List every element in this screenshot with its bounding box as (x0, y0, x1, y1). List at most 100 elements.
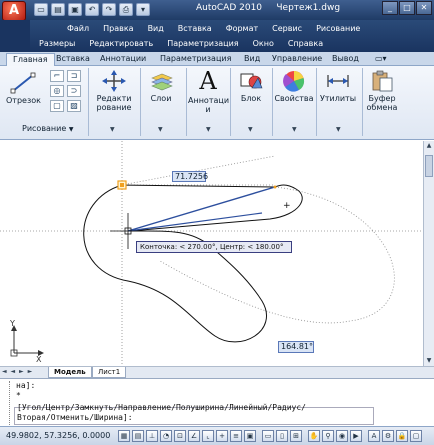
quick-view-icon[interactable]: ⊞ (290, 430, 302, 442)
new-icon[interactable]: ▭ (34, 3, 48, 16)
polar-tracking-icon[interactable]: ◔ (160, 430, 172, 442)
maximize-button[interactable]: □ (399, 1, 415, 15)
properties-dropdown-icon[interactable]: ▼ (292, 126, 297, 133)
clipboard-label-2: обмена (366, 103, 398, 112)
menu-tools[interactable]: Сервис (265, 23, 309, 37)
dynamic-ucs-icon[interactable]: ⌞ (202, 430, 214, 442)
menu-parametric[interactable]: Параметризация (160, 38, 245, 52)
dropdown-icon[interactable]: ▾ (136, 3, 150, 16)
menu-draw[interactable]: Рисование (309, 23, 367, 37)
menu-window[interactable]: Окно (246, 38, 281, 52)
menu-format[interactable]: Формат (219, 23, 265, 37)
menu-file[interactable]: Файл (60, 23, 96, 37)
drawing-svg[interactable]: + (0, 141, 423, 366)
undo-icon[interactable]: ↶ (85, 3, 99, 16)
snap-mode-icon[interactable]: ▦ (118, 430, 130, 442)
close-button[interactable]: ✕ (416, 1, 432, 15)
layout-icon[interactable]: ▯ (276, 430, 288, 442)
modify-label-2: рование (96, 103, 132, 112)
lineweight-icon[interactable]: ≡ (230, 430, 242, 442)
command-grip-icon[interactable] (2, 381, 10, 425)
layers-button[interactable]: Слои (144, 70, 178, 103)
scroll-down-icon[interactable]: ▼ (424, 356, 434, 366)
tab-parametric[interactable]: Параметризация (154, 53, 237, 66)
menubar-spacer (0, 20, 30, 52)
save-icon[interactable]: ▣ (68, 3, 82, 16)
annotation-scale-icon[interactable]: A (368, 430, 380, 442)
showmotion-icon[interactable]: ▶ (350, 430, 362, 442)
menu-modify[interactable]: Редактировать (82, 38, 160, 52)
ribbon-minimize-icon[interactable]: ▭▾ (372, 53, 390, 66)
rectangle-icon[interactable]: ▢ (50, 100, 64, 112)
layers-dropdown-icon[interactable]: ▼ (158, 126, 163, 133)
menu-help[interactable]: Справка (281, 38, 330, 52)
application-menu-button[interactable]: A (2, 1, 26, 21)
quick-properties-icon[interactable]: ▣ (244, 430, 256, 442)
tab-layout1[interactable]: Лист1 (92, 367, 127, 378)
grid-display-icon[interactable]: ▤ (132, 430, 144, 442)
block-button[interactable]: Блок (234, 70, 268, 103)
lock-icon[interactable]: 🔒 (396, 430, 408, 442)
utilities-dropdown-icon[interactable]: ▼ (336, 126, 341, 133)
menu-insert[interactable]: Вставка (171, 23, 219, 37)
annotation-dropdown-icon[interactable]: ▼ (206, 126, 211, 133)
draw-panel-title[interactable]: Рисование ▼ (22, 124, 73, 133)
modify-dropdown-icon[interactable]: ▼ (110, 126, 115, 133)
tab-insert[interactable]: Вставка (50, 53, 96, 66)
circle-icon[interactable]: ◎ (50, 85, 64, 97)
open-icon[interactable]: ▤ (51, 3, 65, 16)
pan-icon[interactable]: ✋ (308, 430, 320, 442)
dynamic-input-icon[interactable]: + (216, 430, 228, 442)
tab-manage[interactable]: Управление (266, 53, 328, 66)
line-button[interactable]: Отрезок (6, 72, 41, 105)
modify-button[interactable]: Редакти рование (92, 70, 136, 112)
coordinate-readout[interactable]: 49.9802, 57.3256, 0.0000 (6, 431, 110, 440)
polyline-shape[interactable] (83, 184, 303, 343)
layout-nav-icons[interactable]: ◄ ◄ ► ► (2, 368, 33, 375)
minimize-button[interactable]: _ (382, 1, 398, 15)
object-snap-icon[interactable]: ⊡ (174, 430, 186, 442)
tab-output[interactable]: Вывод (326, 53, 365, 66)
command-history-line-2: * (16, 391, 21, 400)
clipboard-button[interactable]: Буфер обмена (364, 70, 400, 112)
tab-home[interactable]: Главная (6, 53, 55, 66)
plot-icon[interactable]: ⎙ (119, 3, 133, 16)
tab-annotate[interactable]: Аннотации (94, 53, 152, 66)
scroll-up-icon[interactable]: ▲ (424, 141, 434, 151)
arc-icon[interactable]: ⊃ (67, 85, 81, 97)
properties-button[interactable]: Свойства (274, 70, 314, 103)
tab-model[interactable]: Модель (48, 367, 92, 378)
ortho-mode-icon[interactable]: ⊥ (146, 430, 158, 442)
dynamic-input-angle-value: 164.81° (281, 342, 313, 351)
clean-screen-icon[interactable]: ▢ (410, 430, 422, 442)
tab-view[interactable]: Вид (238, 53, 266, 66)
menu-edit[interactable]: Правка (96, 23, 140, 37)
paste-icon (372, 70, 393, 92)
annotation-label-2: и (205, 105, 211, 114)
command-prompt-line-2: Вторая/Отменить/Ширина]: (17, 413, 133, 422)
steering-wheel-icon[interactable]: ◉ (336, 430, 348, 442)
dynamic-tooltip: Конточка: < 270.00°, Центр: < 180.00° (136, 241, 292, 253)
utilities-button[interactable]: Утилиты (318, 70, 358, 103)
annotation-button[interactable]: A Аннотаци и (188, 68, 229, 114)
redo-icon[interactable]: ↷ (102, 3, 116, 16)
draw-panel-label: Рисование (22, 124, 67, 133)
tool-pline-icon[interactable]: ⊐ (67, 70, 81, 82)
polyline-icon[interactable]: ⌐ (50, 70, 64, 82)
dynamic-input-angle[interactable]: 164.81° (278, 341, 314, 353)
scroll-thumb[interactable] (425, 155, 433, 177)
workspace-icon[interactable]: ⚙ (382, 430, 394, 442)
model-space-icon[interactable]: ▭ (262, 430, 274, 442)
dynamic-input-length[interactable]: 71.7256 (172, 171, 208, 182)
line-icon (10, 72, 36, 94)
object-snap-tracking-icon[interactable]: ∠ (188, 430, 200, 442)
vertical-scrollbar[interactable]: ▲ ▼ (423, 141, 434, 366)
menu-row-1: Файл Правка Вид Вставка Формат Сервис Ри… (60, 23, 367, 37)
hatch-icon[interactable]: ▨ (67, 100, 81, 112)
drawing-area[interactable]: + 71.7256 Конточка: < 270.00°, Центр: < … (0, 141, 423, 366)
menu-view[interactable]: Вид (141, 23, 171, 37)
menu-dimension[interactable]: Размеры (32, 38, 82, 52)
zoom-icon[interactable]: ⚲ (322, 430, 334, 442)
ucs-x-label: X (36, 355, 42, 364)
block-dropdown-icon[interactable]: ▼ (248, 126, 253, 133)
